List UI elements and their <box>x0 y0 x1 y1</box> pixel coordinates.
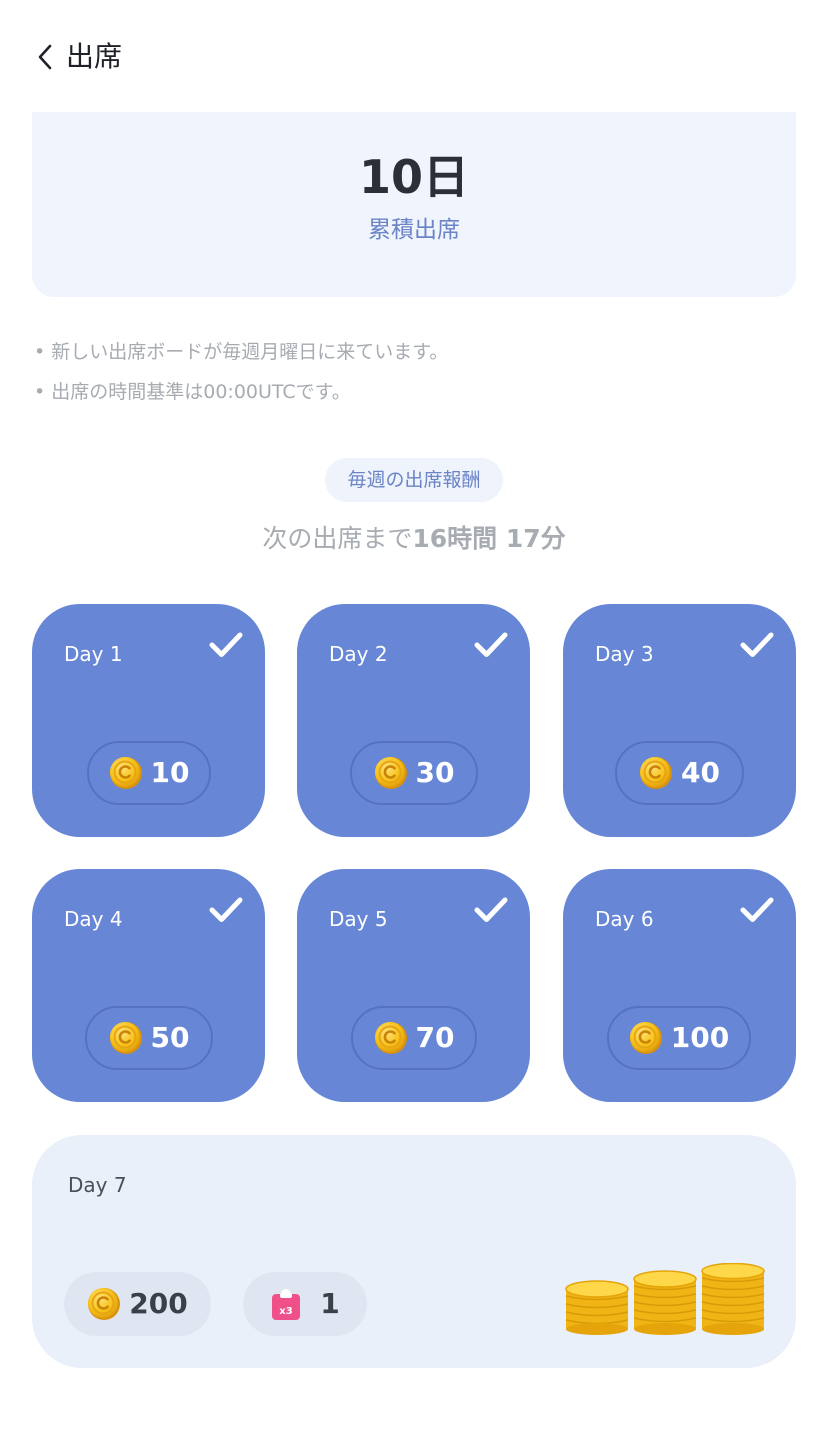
check-icon <box>209 895 243 925</box>
page-title: 出席 <box>66 40 123 73</box>
day-label: Day 3 <box>595 642 654 666</box>
day-card-1[interactable]: Day 1 10 <box>32 604 265 837</box>
countdown-prefix: 次の出席まで <box>262 524 413 553</box>
next-attendance-countdown: 次の出席まで16時間 17分 <box>0 518 828 560</box>
coin-icon <box>109 756 143 790</box>
coin-icon <box>87 1287 121 1321</box>
back-button[interactable] <box>36 40 60 74</box>
coin-icon <box>629 1021 663 1055</box>
day-card-5[interactable]: Day 5 70 <box>297 869 530 1102</box>
reward-pill: 40 <box>615 741 744 805</box>
reward-pill: 30 <box>350 741 478 805</box>
day-card-7[interactable]: Day 7 200 x3 1 <box>32 1135 796 1368</box>
day-card-2[interactable]: Day 2 30 <box>297 604 530 837</box>
coin-icon <box>639 756 673 790</box>
coin-icon <box>374 756 408 790</box>
check-icon <box>474 895 508 925</box>
ticket-box-icon: x3 <box>272 1288 301 1320</box>
note-item: • 出席の時間基準は00:00UTCです。 <box>34 381 351 403</box>
day-label: Day 2 <box>329 642 388 666</box>
day-card-4[interactable]: Day 4 50 <box>32 869 265 1102</box>
cumulative-days: 10日 <box>358 150 469 204</box>
coin-stack-icon <box>565 1263 765 1335</box>
reward-pill: 100 <box>607 1006 751 1070</box>
notes-list: • 新しい出席ボードが毎週月曜日に来ています。 • 出席の時間基準は00:00U… <box>34 332 794 412</box>
reward-pill: 10 <box>87 741 211 805</box>
day-label: Day 5 <box>329 907 388 931</box>
day-card-3[interactable]: Day 3 40 <box>563 604 796 837</box>
coin-reward-pill: 200 <box>64 1272 211 1336</box>
note-item: • 新しい出席ボードが毎週月曜日に来ています。 <box>34 341 449 363</box>
reward-amount: 30 <box>415 756 455 789</box>
ticket-reward-amount: 1 <box>320 1287 340 1320</box>
day-label: Day 4 <box>64 907 123 931</box>
check-icon <box>740 895 774 925</box>
check-icon <box>474 630 508 660</box>
coin-icon <box>109 1021 143 1055</box>
reward-pill: 70 <box>351 1006 477 1070</box>
day-label: Day 1 <box>64 642 123 666</box>
attendance-summary-card: 10日 累積出席 <box>32 112 796 297</box>
check-icon <box>209 630 243 660</box>
ticket-reward-pill: x3 1 <box>243 1272 367 1336</box>
coin-icon <box>374 1021 408 1055</box>
header: 出席 <box>0 0 828 112</box>
weekly-rewards-title: 毎週の出席報酬 <box>325 458 503 502</box>
reward-amount: 70 <box>415 1021 455 1054</box>
reward-amount: 50 <box>150 1021 190 1054</box>
reward-pill: 50 <box>85 1006 213 1070</box>
check-icon <box>740 630 774 660</box>
day-card-6[interactable]: Day 6 100 <box>563 869 796 1102</box>
reward-amount: 10 <box>150 756 190 789</box>
cumulative-label: 累積出席 <box>368 217 460 243</box>
reward-amount: 100 <box>670 1021 730 1054</box>
day-label: Day 7 <box>68 1173 127 1197</box>
reward-amount: 40 <box>681 756 720 789</box>
countdown-time: 16時間 17分 <box>412 524 566 553</box>
chevron-left-icon[interactable] <box>36 43 54 71</box>
day-label: Day 6 <box>595 907 654 931</box>
coin-reward-amount: 200 <box>129 1287 188 1320</box>
ticket-badge: x3 <box>280 1306 293 1317</box>
